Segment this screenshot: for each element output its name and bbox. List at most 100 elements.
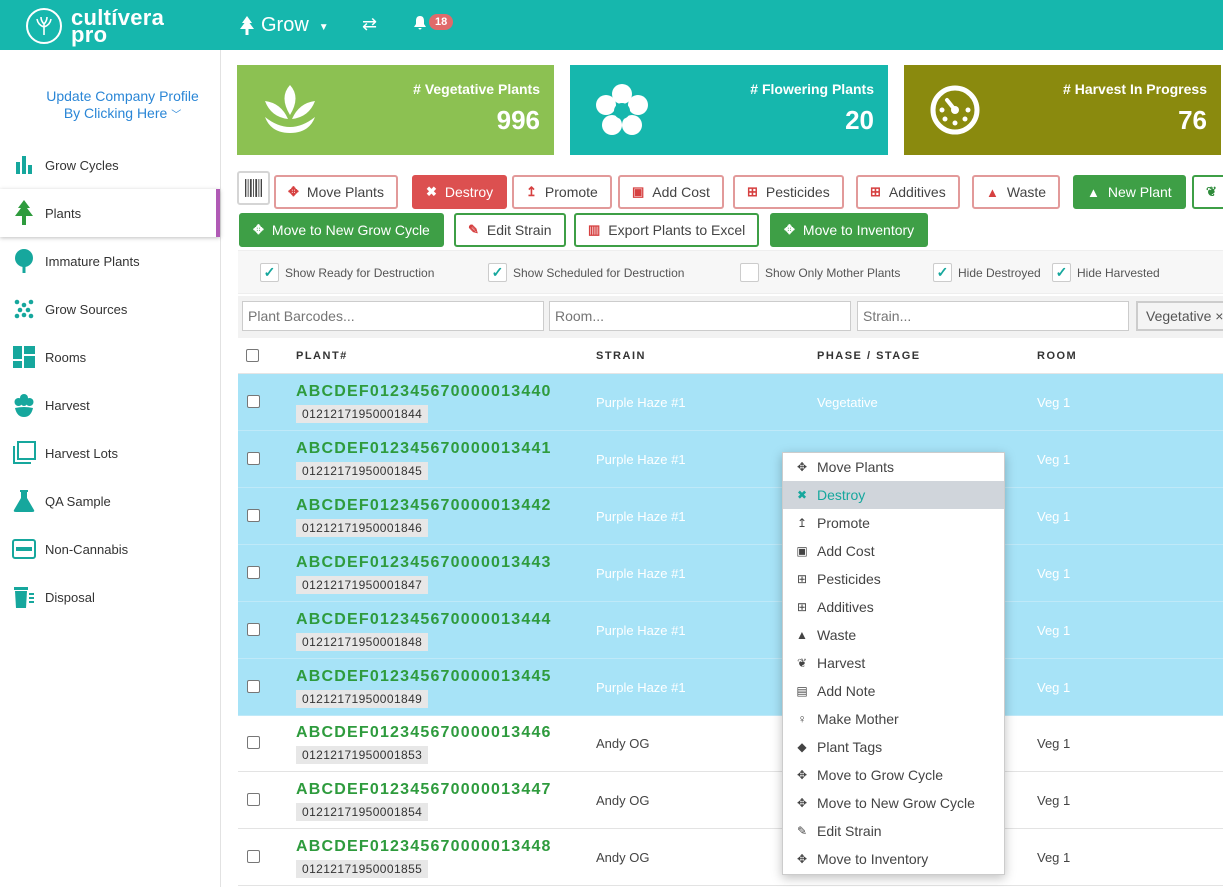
table-row[interactable]: ABCDEF012345670000013446 012121719500018… [238,715,1223,772]
filter-hide-harvested[interactable]: ✓ Hide Harvested [1052,263,1160,282]
context-menu-edit-strain[interactable]: ✎ Edit Strain [783,817,1004,845]
room-input[interactable] [549,301,851,331]
sidebar-item-harvest-lots[interactable]: Harvest Lots [0,429,220,477]
update-company-profile-link[interactable]: Update Company Profile By Clicking Here … [20,88,225,124]
plant-number[interactable]: ABCDEF012345670000013443 [296,554,552,572]
row-checkbox[interactable] [247,623,260,636]
phase-filter-tag[interactable]: Vegetative × [1136,301,1223,331]
context-menu-add-note[interactable]: ▤ Add Note [783,677,1004,705]
table-row[interactable]: ABCDEF012345670000013448 012121719500018… [238,829,1223,886]
filter-only-mother-plants[interactable]: Show Only Mother Plants [740,263,900,282]
row-checkbox[interactable] [247,736,260,749]
table-row[interactable]: ABCDEF012345670000013447 012121719500018… [238,772,1223,829]
company-line-2-text: By Clicking Here [63,105,168,121]
waste-button[interactable]: ▲ Waste [972,175,1061,209]
table-row[interactable]: ABCDEF012345670000013442 012121719500018… [238,488,1223,545]
context-menu-add-cost[interactable]: ▣ Add Cost [783,537,1004,565]
plant-number[interactable]: ABCDEF012345670000013448 [296,838,552,856]
sidebar-item-plants[interactable]: Plants [0,189,220,237]
plant-number[interactable]: ABCDEF012345670000013441 [296,440,552,458]
notifications-button[interactable]: 18 [413,14,454,30]
plant-number[interactable]: ABCDEF012345670000013442 [296,497,552,515]
barcode-icon [245,179,262,197]
switch-icon[interactable]: ⇄ [362,14,377,35]
move-to-inventory-button[interactable]: ✥ Move to Inventory [770,213,929,247]
context-menu-move-to-grow-cycle[interactable]: ✥ Move to Grow Cycle [783,761,1004,789]
table-row[interactable]: ABCDEF012345670000013443 012121719500018… [238,545,1223,602]
context-menu-promote[interactable]: ↥ Promote [783,509,1004,537]
edit-strain-button[interactable]: ✎ Edit Strain [454,213,566,247]
row-checkbox[interactable] [247,566,260,579]
plant-barcodes-input[interactable] [242,301,544,331]
context-menu-waste[interactable]: ▲ Waste [783,621,1004,649]
barcode-scan-button[interactable] [237,171,270,205]
sidebar-item-qa-sample[interactable]: QA Sample [0,477,220,525]
plant-number[interactable]: ABCDEF012345670000013444 [296,611,552,629]
plant-number[interactable]: ABCDEF012345670000013447 [296,781,552,799]
add-cost-button[interactable]: ▣ Add Cost [618,175,724,209]
room-cell: Veg 1 [1037,395,1071,410]
pesticides-button[interactable]: ⊞ Pesticides [733,175,844,209]
context-menu-harvest[interactable]: ❦ Harvest [783,649,1004,677]
move-icon: ✥ [784,222,795,237]
strain-input[interactable] [857,301,1129,331]
select-all-checkbox[interactable] [246,349,259,362]
column-header-room[interactable]: ROOM [1037,350,1077,362]
module-dropdown[interactable]: Grow ▼ [239,14,329,37]
column-header-strain[interactable]: STRAIN [596,350,646,362]
additives-button[interactable]: ⊞ Additives [856,175,960,209]
sidebar-item-rooms[interactable]: Rooms [0,333,220,381]
table-row[interactable]: ABCDEF012345670000013444 012121719500018… [238,602,1223,659]
filter-scheduled-for-destruction[interactable]: ✓ Show Scheduled for Destruction [488,263,684,282]
logo[interactable]: cultívera pro [26,7,164,46]
context-menu-label: Move to Grow Cycle [817,767,944,783]
filter-hide-destroyed[interactable]: ✓ Hide Destroyed [933,263,1041,282]
stat-card-flowering[interactable]: # Flowering Plants 20 [570,65,888,155]
context-menu-move-to-new-grow-cycle[interactable]: ✥ Move to New Grow Cycle [783,789,1004,817]
context-menu-label: Destroy [817,487,866,503]
context-menu-make-mother[interactable]: ♀ Make Mother [783,705,1004,733]
table-row[interactable]: ABCDEF012345670000013440 012121719500018… [238,374,1223,431]
sidebar-item-disposal[interactable]: Disposal [0,573,220,621]
plant-number[interactable]: ABCDEF012345670000013440 [296,383,552,401]
context-menu-destroy[interactable]: ✖ Destroy [783,481,1004,509]
sidebar-item-label: Plants [45,205,82,221]
new-plant-button[interactable]: ▲ New Plant [1073,175,1186,209]
row-checkbox[interactable] [247,850,260,863]
stat-card-harvest-in-progress[interactable]: # Harvest In Progress 76 [904,65,1221,155]
row-checkbox[interactable] [247,452,260,465]
stat-card-vegetative[interactable]: # Vegetative Plants 996 [237,65,554,155]
table-row[interactable]: ABCDEF012345670000013441 012121719500018… [238,431,1223,488]
export-plants-excel-button[interactable]: ▥ Export Plants to Excel [574,213,760,247]
stat-value: 20 [845,105,874,135]
sidebar-item-grow-sources[interactable]: Grow Sources [0,285,220,333]
context-menu-additives[interactable]: ⊞ Additives [783,593,1004,621]
move-plants-button[interactable]: ✥ Move Plants [274,175,398,209]
room-cell: Veg 1 [1037,566,1071,581]
column-header-phase[interactable]: PHASE / STAGE [817,350,921,362]
filter-ready-for-destruction[interactable]: ✓ Show Ready for Destruction [260,263,434,282]
plant-number[interactable]: ABCDEF012345670000013446 [296,724,552,742]
promote-button[interactable]: ↥ Promote [512,175,612,209]
table-header: PLANT# STRAIN PHASE / STAGE ROOM [238,340,1223,374]
row-checkbox[interactable] [247,793,260,806]
table-row[interactable]: ABCDEF012345670000013445 012121719500018… [238,659,1223,716]
context-menu-move-to-inventory[interactable]: ✥ Move to Inventory [783,845,1004,873]
move-to-new-grow-cycle-button[interactable]: ✥ Move to New Grow Cycle [239,213,444,247]
row-checkbox[interactable] [247,680,260,693]
column-header-plant[interactable]: PLANT# [296,350,348,362]
harvest-button[interactable]: ❦ [1192,175,1223,209]
destroy-button[interactable]: ✖ Destroy [412,175,508,209]
sidebar-item-non-cannabis[interactable]: Non-Cannabis [0,525,220,573]
plant-barcode: 01212171950001844 [296,405,429,423]
row-checkbox[interactable] [247,509,260,522]
context-menu-plant-tags[interactable]: ◆ Plant Tags [783,733,1004,761]
sidebar-item-grow-cycles[interactable]: Grow Cycles [0,141,220,189]
plant-number[interactable]: ABCDEF012345670000013445 [296,668,552,686]
sidebar-item-immature-plants[interactable]: Immature Plants [0,237,220,285]
context-menu-pesticides[interactable]: ⊞ Pesticides [783,565,1004,593]
row-checkbox[interactable] [247,395,260,408]
context-menu-move-plants[interactable]: ✥ Move Plants [783,453,1004,481]
sidebar-item-harvest[interactable]: Harvest [0,381,220,429]
button-label: Edit Strain [486,222,552,238]
